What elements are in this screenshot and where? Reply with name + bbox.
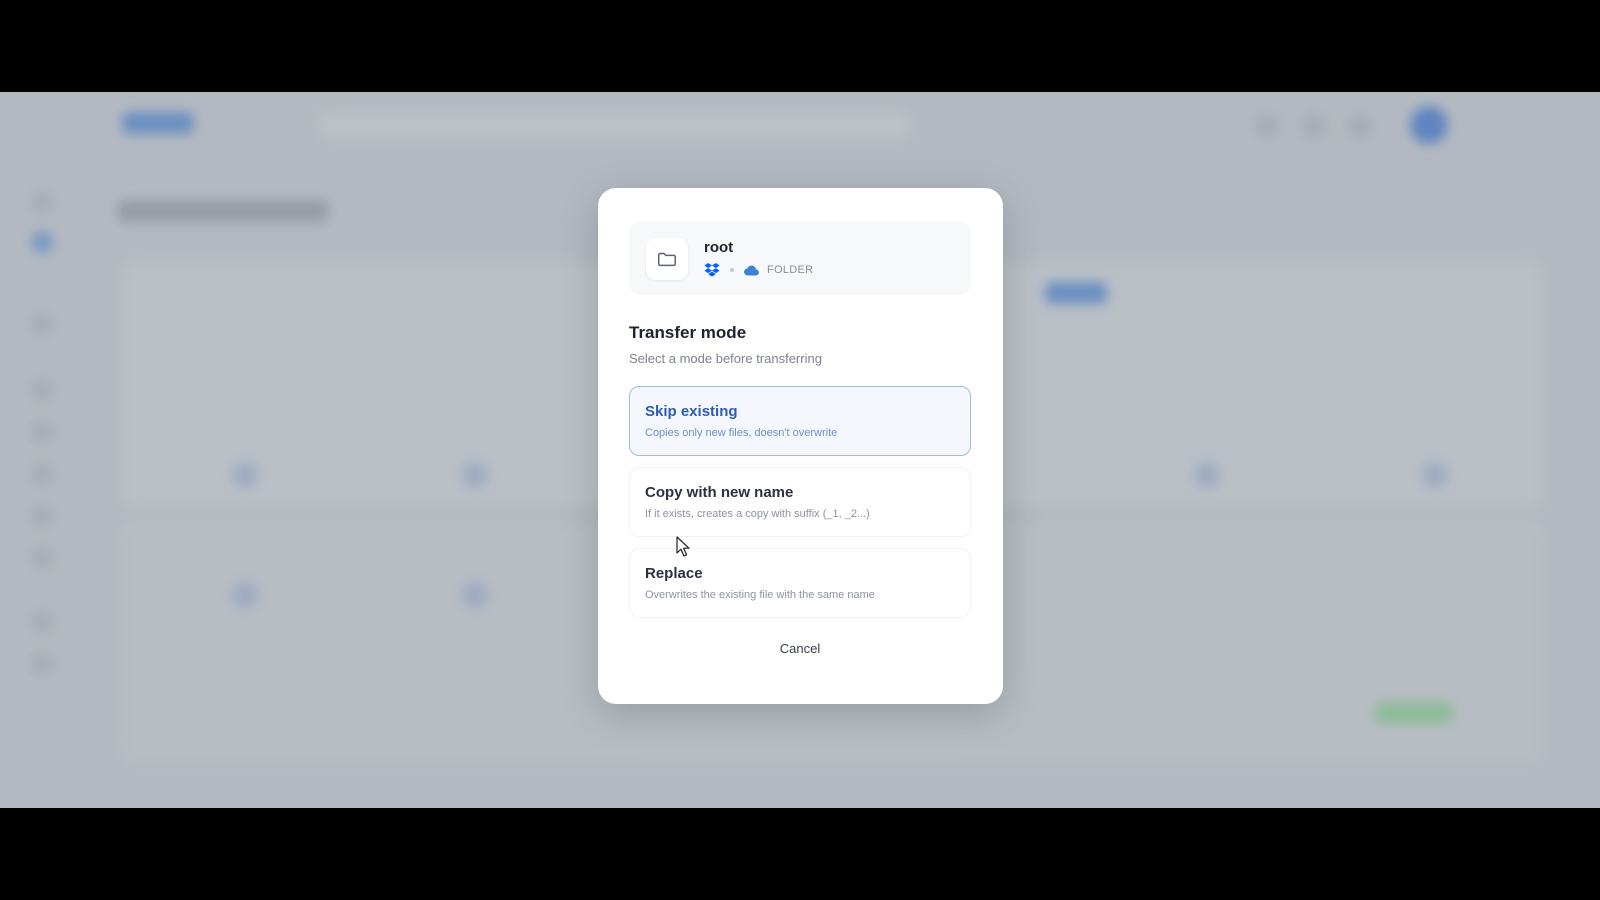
dialog-title: Transfer mode [629, 323, 747, 342]
letterbox-top [0, 0, 1600, 92]
meta-separator [730, 268, 734, 272]
option-title: Skip existing [645, 403, 738, 420]
dropbox-icon [704, 263, 720, 277]
folder-icon [658, 252, 676, 267]
option-title: Replace [645, 565, 703, 582]
option-skip-existing[interactable]: Skip existing Copies only new files, doe… [629, 386, 971, 456]
mouse-cursor-icon [676, 536, 690, 557]
transfer-mode-dialog: root FOLDER Transfer mode Select a mode … [598, 188, 1003, 704]
option-copy-with-new-name[interactable]: Copy with new name If it exists, creates… [629, 467, 971, 537]
file-meta: FOLDER [704, 263, 813, 277]
file-type-label: FOLDER [767, 264, 814, 276]
cloud-icon [744, 265, 759, 276]
option-description: If it exists, creates a copy with suffix… [645, 508, 870, 520]
app-window: root FOLDER Transfer mode Select a mode … [0, 92, 1600, 808]
option-description: Copies only new files, doesn't overwrite [645, 427, 838, 439]
option-description: Overwrites the existing file with the sa… [645, 589, 875, 601]
dialog-subtitle: Select a mode before transferring [629, 351, 822, 366]
cancel-button[interactable]: Cancel [740, 633, 860, 663]
file-card: root FOLDER [629, 221, 971, 295]
folder-tile [646, 238, 688, 280]
file-name: root [704, 239, 734, 256]
option-title: Copy with new name [645, 484, 794, 501]
letterbox-bottom [0, 808, 1600, 900]
option-replace[interactable]: Replace Overwrites the existing file wit… [629, 548, 971, 618]
